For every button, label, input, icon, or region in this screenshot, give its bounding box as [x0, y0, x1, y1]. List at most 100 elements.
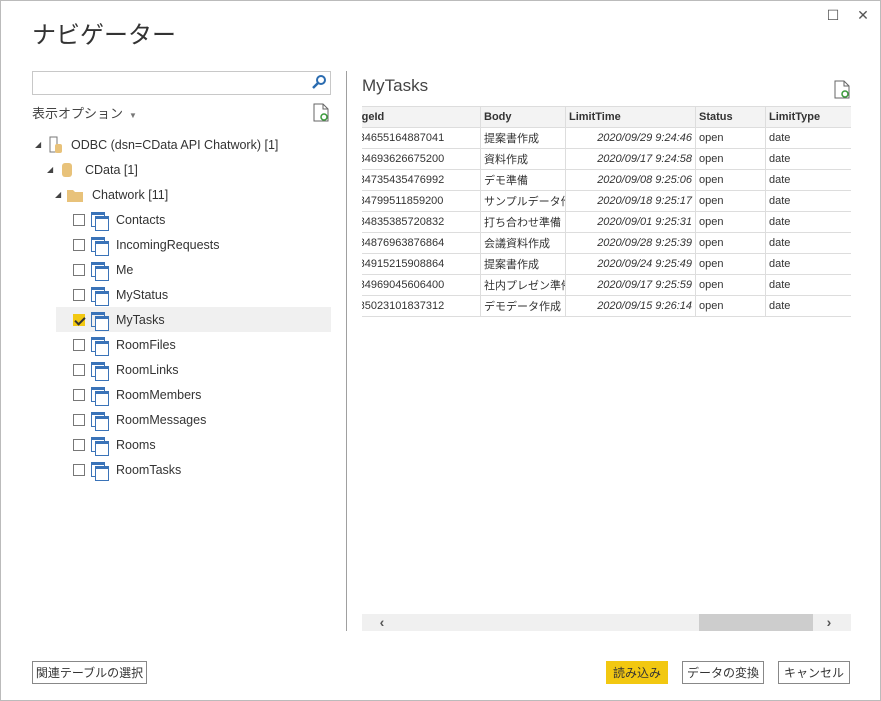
table-icon	[91, 336, 109, 356]
table-cell: open	[695, 211, 766, 233]
horizontal-scrollbar[interactable]: ‹ ›	[362, 614, 851, 631]
table-icon	[91, 311, 109, 331]
folder-icon	[67, 189, 83, 202]
table-row: 1252584799511859200サンプルデータ作成2020/09/18 9…	[362, 190, 851, 212]
table-icon	[91, 361, 109, 381]
table-cell: 1252584735435476992	[362, 169, 481, 191]
table-cell: 1252584693626675200	[362, 148, 481, 170]
tree-item-contacts[interactable]: Contacts	[56, 207, 331, 232]
checkbox[interactable]	[73, 313, 85, 326]
display-options-label: 表示オプション	[32, 106, 124, 121]
table-icon	[91, 261, 109, 281]
tree-label: MyTasks	[116, 312, 165, 327]
tree-label: RoomMessages	[116, 412, 207, 427]
column-header[interactable]: MessageId	[362, 106, 481, 128]
checkbox[interactable]	[73, 413, 85, 426]
window-title: ナビゲーター	[32, 22, 176, 49]
table-row: 1252585023101837312デモデータ作成2020/09/15 9:2…	[362, 295, 851, 317]
tree-node-odbc[interactable]: ◢ ODBC (dsn=CData API Chatwork) [1]	[32, 132, 307, 157]
table-row: 1252584693626675200資料作成2020/09/17 9:24:5…	[362, 148, 851, 170]
tree-item-rooms[interactable]: Rooms	[56, 432, 331, 457]
load-button[interactable]: 読み込み	[606, 661, 668, 684]
tree-item-me[interactable]: Me	[56, 257, 331, 282]
tree-item-roomlinks[interactable]: RoomLinks	[56, 357, 331, 382]
table-cell: 1252584915215908864	[362, 253, 481, 275]
table-row: 1252584835385720832打ち合わせ準備2020/09/01 9:2…	[362, 211, 851, 233]
table-cell: 1252584835385720832	[362, 211, 481, 233]
checkbox[interactable]	[73, 263, 85, 276]
table-row: 1252584876963876864会議資料作成2020/09/28 9:25…	[362, 232, 851, 254]
checkbox[interactable]	[73, 288, 85, 301]
refresh-icon[interactable]	[313, 103, 329, 125]
table-cell: date	[765, 295, 851, 317]
column-header[interactable]: LimitTime	[565, 106, 696, 128]
table-cell: date	[765, 232, 851, 254]
checkbox[interactable]	[73, 213, 85, 226]
scroll-right-icon[interactable]: ›	[819, 614, 839, 631]
scroll-left-icon[interactable]: ‹	[372, 614, 392, 631]
checkbox[interactable]	[73, 463, 85, 476]
expand-triangle-icon[interactable]: ◢	[35, 140, 47, 149]
table-cell: date	[765, 190, 851, 212]
select-related-tables-button[interactable]: 関連テーブルの選択	[32, 661, 147, 684]
table-cell: date	[765, 211, 851, 233]
tree-label: Me	[116, 262, 134, 277]
search-icon[interactable]	[312, 75, 326, 92]
checkbox[interactable]	[73, 363, 85, 376]
tree-item-roomfiles[interactable]: RoomFiles	[56, 332, 331, 357]
tree-item-incomingrequests[interactable]: IncomingRequests	[56, 232, 331, 257]
display-options-dropdown[interactable]: 表示オプション ▼	[32, 103, 137, 122]
cancel-button[interactable]: キャンセル	[778, 661, 850, 684]
checkbox[interactable]	[73, 388, 85, 401]
preview-table: MessageIdBodyLimitTimeStatusLimitType 12…	[362, 106, 851, 318]
tree-item-mytasks[interactable]: MyTasks	[56, 307, 331, 332]
column-header[interactable]: LimitType	[765, 106, 851, 128]
expand-triangle-icon[interactable]: ◢	[47, 165, 59, 174]
tree-label: ODBC (dsn=CData API Chatwork) [1]	[71, 137, 279, 152]
close-icon: ✕	[857, 7, 869, 23]
column-header[interactable]: Body	[480, 106, 566, 128]
table-cell: 資料作成	[480, 148, 566, 170]
table-row: 1252584735435476992デモ準備2020/09/08 9:25:0…	[362, 169, 851, 191]
table-icon	[91, 386, 109, 406]
transform-data-button[interactable]: データの変換	[682, 661, 764, 684]
table-cell: サンプルデータ作成	[480, 190, 566, 212]
table-cell: open	[695, 274, 766, 296]
table-row: 1252584655164887041提案書作成2020/09/29 9:24:…	[362, 127, 851, 149]
tree-node-chatwork[interactable]: ◢ Chatwork [11]	[52, 182, 327, 207]
table-cell: 1252584799511859200	[362, 190, 481, 212]
table-cell: 会議資料作成	[480, 232, 566, 254]
scrollbar-thumb[interactable]	[699, 614, 813, 631]
table-cell: 2020/09/15 9:26:14	[565, 295, 696, 317]
pane-divider[interactable]	[346, 71, 347, 631]
tree-item-mystatus[interactable]: MyStatus	[56, 282, 331, 307]
maximize-button[interactable]: ☐	[823, 5, 843, 25]
checkbox[interactable]	[73, 438, 85, 451]
table-icon	[91, 436, 109, 456]
search-box[interactable]	[32, 71, 331, 95]
search-input[interactable]	[33, 72, 303, 94]
checkbox[interactable]	[73, 238, 85, 251]
table-cell: 提案書作成	[480, 127, 566, 149]
table-cell: open	[695, 148, 766, 170]
table-cell: open	[695, 295, 766, 317]
refresh-preview-icon[interactable]	[834, 80, 850, 102]
tree-item-roomtasks[interactable]: RoomTasks	[56, 457, 331, 482]
table-icon	[91, 211, 109, 231]
column-header[interactable]: Status	[695, 106, 766, 128]
checkbox[interactable]	[73, 338, 85, 351]
tree-label: RoomMembers	[116, 387, 202, 402]
tree-node-cdata[interactable]: ◢ CData [1]	[44, 157, 319, 182]
expand-triangle-icon[interactable]: ◢	[55, 190, 67, 199]
table-cell: 1252585023101837312	[362, 295, 481, 317]
server-icon	[49, 136, 62, 153]
database-icon	[62, 162, 72, 177]
table-cell: デモデータ作成	[480, 295, 566, 317]
tree-label: Rooms	[116, 437, 156, 452]
table-row: 1252584969045606400社内プレゼン準備2020/09/17 9:…	[362, 274, 851, 296]
table-cell: 2020/09/08 9:25:06	[565, 169, 696, 191]
table-row: 1252584915215908864提案書作成2020/09/24 9:25:…	[362, 253, 851, 275]
tree-item-roommembers[interactable]: RoomMembers	[56, 382, 331, 407]
tree-item-roommessages[interactable]: RoomMessages	[56, 407, 331, 432]
close-button[interactable]: ✕	[853, 5, 873, 25]
